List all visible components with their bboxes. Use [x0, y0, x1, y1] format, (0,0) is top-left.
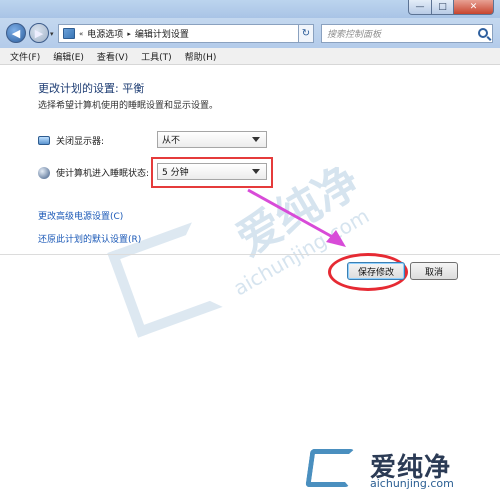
display-off-label: 关闭显示器:: [56, 137, 105, 147]
minimize-button[interactable]: —: [408, 0, 432, 15]
divider: [0, 254, 500, 255]
address-bar[interactable]: « 电源选项 ▸ 编辑计划设置 ▾: [58, 24, 314, 43]
chevron-right-icon[interactable]: ▸: [127, 30, 131, 38]
page-subtitle: 选择希望计算机使用的睡眠设置和显示设置。: [38, 101, 219, 111]
search-placeholder: 搜索控制面板: [327, 30, 382, 40]
content-area: 爱纯净 aichunjing.com 更改计划的设置: 平衡 选择希望计算机使用…: [0, 65, 500, 496]
menu-edit[interactable]: 编辑(E): [53, 50, 84, 63]
refresh-icon[interactable]: ↻: [298, 24, 314, 43]
advanced-settings-link[interactable]: 更改高级电源设置(C): [38, 209, 123, 222]
menu-view[interactable]: 查看(V): [97, 50, 128, 63]
chevron-down-icon: [252, 137, 260, 142]
display-off-value: 从不: [162, 136, 181, 146]
history-dropdown-icon[interactable]: ▾: [50, 30, 54, 38]
search-icon[interactable]: [478, 28, 488, 38]
menu-file[interactable]: 文件(F): [10, 50, 40, 63]
close-button[interactable]: ✕: [454, 0, 494, 15]
menu-bar: 文件(F) 编辑(E) 查看(V) 工具(T) 帮助(H): [0, 48, 500, 65]
cancel-button[interactable]: 取消: [410, 262, 458, 280]
sleep-label: 使计算机进入睡眠状态:: [56, 169, 150, 179]
page-title: 更改计划的设置: 平衡: [38, 82, 145, 95]
brand-logo: [305, 449, 355, 487]
moon-icon: [38, 166, 50, 179]
back-button[interactable]: ◀: [6, 23, 26, 43]
highlight-box: [151, 157, 273, 188]
forward-button[interactable]: ▶: [29, 23, 49, 43]
navigation-bar: ◀ ▶ ▾ « 电源选项 ▸ 编辑计划设置 ▾ ↻ 搜索控制面板: [0, 18, 500, 48]
window-controls: — □ ✕: [408, 0, 494, 15]
control-panel-icon: [63, 28, 75, 39]
sleep-setting-row: 使计算机进入睡眠状态:: [38, 166, 149, 179]
monitor-icon: [38, 136, 50, 145]
save-button[interactable]: 保存修改: [347, 262, 405, 280]
display-off-select[interactable]: 从不: [157, 131, 267, 148]
menu-help[interactable]: 帮助(H): [185, 50, 217, 63]
menu-tools[interactable]: 工具(T): [141, 50, 172, 63]
maximize-button[interactable]: □: [432, 0, 454, 15]
brand-corner: 爱纯净 aichunjing.com: [300, 443, 500, 496]
breadcrumb-power-options[interactable]: 电源选项: [87, 27, 123, 40]
brand-url: aichunjing.com: [370, 477, 454, 490]
display-setting-row: 关闭显示器:: [38, 134, 104, 147]
title-bar: — □ ✕: [0, 0, 500, 18]
address-prefix[interactable]: «: [79, 30, 83, 38]
restore-defaults-link[interactable]: 还原此计划的默认设置(R): [38, 232, 141, 245]
search-input[interactable]: 搜索控制面板: [321, 24, 493, 43]
breadcrumb-edit-plan[interactable]: 编辑计划设置: [135, 27, 189, 40]
